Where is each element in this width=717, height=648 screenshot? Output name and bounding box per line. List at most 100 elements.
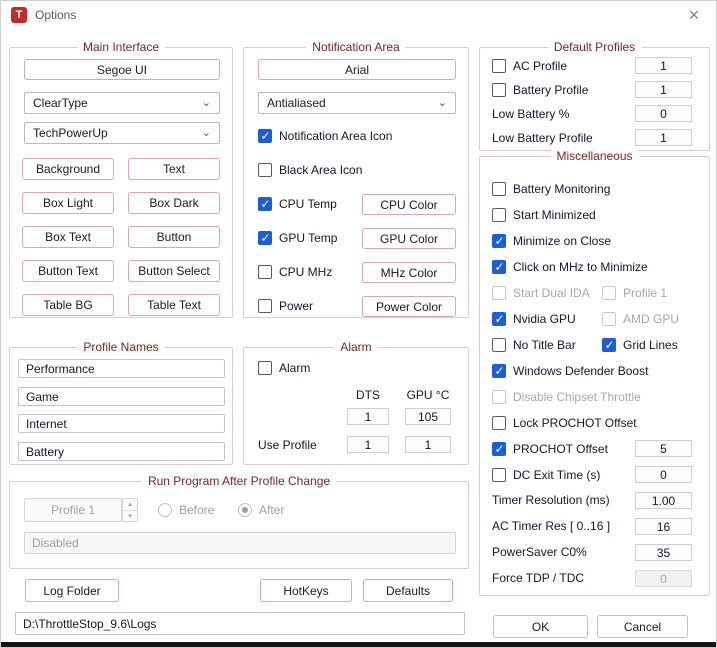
render-mode-dropdown[interactable]: Antialiased ⌄	[258, 92, 456, 114]
ac-profile-field[interactable]: 1	[635, 57, 692, 74]
color-button-button-select[interactable]: Button Select	[128, 260, 220, 282]
profile-name-input-1[interactable]: Performance	[18, 359, 225, 378]
checkbox-lock-prochot-offset[interactable]: Lock PROCHOT Offset	[492, 415, 637, 431]
checkbox-box	[258, 231, 272, 245]
color-button-box-text[interactable]: Box Text	[22, 226, 114, 248]
checkbox-notification-area-icon[interactable]: Notification Area Icon	[258, 128, 392, 144]
alarm-gpu-field[interactable]: 105	[405, 408, 451, 425]
chevron-down-icon: ⌄	[201, 97, 211, 109]
checkbox-start-minimized[interactable]: Start Minimized	[492, 207, 596, 223]
checkbox-prochot-offset[interactable]: PROCHOT Offset	[492, 441, 608, 457]
powersaver-field[interactable]: 35	[635, 544, 692, 561]
app-icon: T	[11, 7, 27, 23]
color-button-box-light[interactable]: Box Light	[22, 192, 114, 214]
battery-profile-field[interactable]: 1	[635, 81, 692, 98]
checkbox-cpu-temp[interactable]: CPU Temp	[258, 196, 337, 212]
checkbox-dc-exit-time[interactable]: DC Exit Time (s)	[492, 467, 600, 483]
ac-timer-res-field[interactable]: 16	[635, 518, 692, 535]
checkbox-windows-defender-boost[interactable]: Windows Defender Boost	[492, 363, 648, 379]
group-main-interface: Main Interface Segoe UI ClearType ⌄ Tech…	[9, 40, 233, 318]
color-button-table-bg[interactable]: Table BG	[22, 294, 114, 316]
checkbox-label: Power	[279, 299, 314, 313]
checkbox-black-area-icon[interactable]: Black Area Icon	[258, 162, 362, 178]
log-path-field[interactable]: D:\ThrottleStop_9.6\Logs	[15, 612, 465, 635]
color-button-box-dark[interactable]: Box Dark	[128, 192, 220, 214]
color-button-text[interactable]: Text	[128, 158, 220, 180]
log-folder-button[interactable]: Log Folder	[25, 579, 119, 602]
close-icon[interactable]: ×	[682, 6, 706, 24]
dropdown-value: ClearType	[33, 96, 88, 110]
checkbox-label: Minimize on Close	[513, 234, 612, 248]
group-title: Notification Area	[306, 40, 406, 54]
mhz-color-button[interactable]: MHz Color	[362, 262, 456, 283]
checkbox-label: Disable Chipset Throttle	[513, 390, 641, 404]
group-profile-names: Profile Names Performance Game Internet …	[9, 340, 233, 465]
checkbox-box	[258, 361, 272, 375]
prochot-offset-field[interactable]: 5	[635, 440, 692, 457]
checkbox-power[interactable]: Power	[258, 298, 313, 314]
checkbox-cpu-mhz[interactable]: CPU MHz	[258, 264, 332, 280]
group-title: Miscellaneous	[550, 149, 639, 163]
color-button-background[interactable]: Background	[22, 158, 114, 180]
font-smoothing-dropdown[interactable]: ClearType ⌄	[24, 92, 220, 114]
profile-name-input-3[interactable]: Internet	[18, 414, 225, 433]
checkbox-minimize-on-close[interactable]: Minimize on Close	[492, 233, 611, 249]
checkbox-battery-monitoring[interactable]: Battery Monitoring	[492, 181, 610, 197]
checkbox-label: Lock PROCHOT Offset	[513, 416, 637, 430]
group-title: Profile Names	[77, 340, 165, 354]
checkbox-battery-profile[interactable]: Battery Profile	[492, 82, 588, 98]
checkbox-box	[492, 442, 506, 456]
checkbox-box	[492, 364, 506, 378]
checkbox-label: PROCHOT Offset	[513, 442, 608, 456]
main-font-button[interactable]: Segoe UI	[24, 59, 220, 80]
checkbox-click-mhz-minimize[interactable]: Click on MHz to Minimize	[492, 259, 648, 275]
checkbox-no-title-bar[interactable]: No Title Bar	[492, 337, 576, 353]
checkbox-label: GPU Temp	[279, 231, 338, 245]
checkbox-gpu-temp[interactable]: GPU Temp	[258, 230, 337, 246]
theme-dropdown[interactable]: TechPowerUp ⌄	[24, 122, 220, 144]
low-battery-field[interactable]: 0	[635, 105, 692, 122]
alarm-dts-field[interactable]: 1	[347, 408, 389, 425]
options-dialog: T Options × Main Interface Segoe UI Clea…	[0, 0, 717, 648]
timer-resolution-field[interactable]: 1.00	[635, 492, 692, 509]
checkbox-label: No Title Bar	[513, 338, 576, 352]
group-title: Main Interface	[76, 40, 166, 54]
cpu-color-button[interactable]: CPU Color	[362, 194, 456, 215]
checkbox-start-dual-ida: Start Dual IDA	[492, 285, 590, 301]
checkbox-box	[492, 59, 506, 73]
notification-font-button[interactable]: Arial	[258, 59, 456, 80]
group-miscellaneous: Miscellaneous Battery Monitoring Start M…	[479, 149, 710, 596]
checkbox-alarm[interactable]: Alarm	[258, 360, 310, 376]
low-battery-profile-field[interactable]: 1	[635, 129, 692, 146]
checkbox-grid-lines[interactable]: Grid Lines	[602, 337, 678, 353]
checkbox-box	[492, 234, 506, 248]
titlebar: T Options ×	[1, 1, 716, 29]
group-title: Run Program After Profile Change	[141, 474, 337, 488]
defaults-button[interactable]: Defaults	[363, 579, 453, 602]
cancel-button[interactable]: Cancel	[597, 615, 688, 638]
checkbox-label: Profile 1	[623, 286, 668, 300]
hotkeys-button[interactable]: HotKeys	[260, 579, 352, 602]
power-color-button[interactable]: Power Color	[362, 296, 456, 317]
ok-button[interactable]: OK	[493, 615, 588, 638]
dc-exit-time-field[interactable]: 0	[635, 466, 692, 483]
low-battery-profile-label: Low Battery Profile	[492, 131, 593, 145]
checkbox-box	[258, 163, 272, 177]
checkbox-box	[492, 260, 506, 274]
chevron-down-icon: ⌄	[201, 127, 211, 139]
color-button-button-text[interactable]: Button Text	[22, 260, 114, 282]
spinner-down-icon: ▾	[128, 512, 132, 520]
profile-name-input-4[interactable]: Battery	[18, 442, 225, 461]
checkbox-label: Alarm	[279, 361, 311, 375]
checkbox-nvidia-gpu[interactable]: Nvidia GPU	[492, 311, 576, 327]
checkbox-ac-profile[interactable]: AC Profile	[492, 58, 567, 74]
profile-name-input-2[interactable]: Game	[18, 387, 225, 406]
checkbox-label: Grid Lines	[623, 338, 678, 352]
color-button-button[interactable]: Button	[128, 226, 220, 248]
gpu-color-button[interactable]: GPU Color	[362, 228, 456, 249]
checkbox-label: Notification Area Icon	[279, 129, 393, 143]
color-button-table-text[interactable]: Table Text	[128, 294, 220, 316]
use-profile-gpu-field[interactable]: 1	[405, 436, 451, 453]
use-profile-dts-field[interactable]: 1	[347, 436, 389, 453]
group-default-profiles: Default Profiles AC Profile 1 Battery Pr…	[479, 40, 710, 151]
